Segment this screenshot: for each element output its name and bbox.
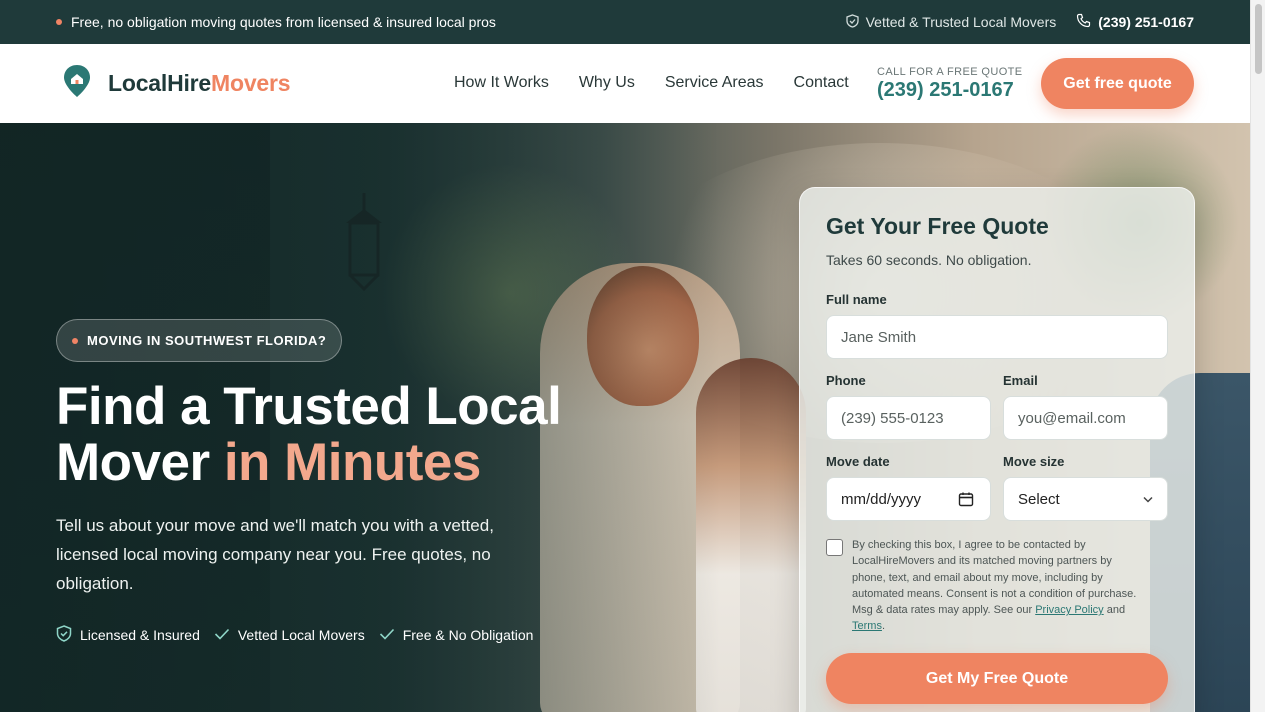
hero-title-line2: Mover [56, 433, 224, 492]
move-date-input[interactable]: mm/dd/yyyy [826, 477, 991, 521]
calendar-icon[interactable] [958, 491, 974, 511]
feature-licensed-text: Licensed & Insured [80, 627, 200, 643]
topbar-phone-link[interactable]: (239) 251-0167 [1076, 13, 1194, 31]
form-title: Get Your Free Quote [826, 213, 1049, 239]
announcement-text: Free, no obligation moving quotes from l… [71, 14, 496, 30]
topbar-phone-number: (239) 251-0167 [1098, 14, 1194, 30]
move-date-label: Move date [826, 454, 890, 469]
logo-wordmark: LocalHireMovers [108, 70, 291, 97]
email-input[interactable]: you@email.com [1003, 396, 1168, 440]
move-date-placeholder: mm/dd/yyyy [841, 490, 922, 508]
email-label: Email [1003, 373, 1038, 388]
privacy-policy-link[interactable]: Privacy Policy [1035, 604, 1103, 616]
feature-vetted: Vetted Local Movers [214, 625, 365, 645]
shield-check-icon [56, 625, 72, 645]
fullname-input[interactable]: Jane Smith [826, 315, 1168, 359]
feature-free-text: Free & No Obligation [402, 627, 534, 643]
scrollbar-thumb[interactable] [1255, 4, 1262, 74]
phone-icon [1076, 13, 1091, 31]
move-size-select[interactable]: Select [1003, 477, 1168, 521]
nav-why-us[interactable]: Why Us [579, 74, 635, 92]
bullet-dot-icon [56, 19, 62, 25]
phone-label: Phone [826, 373, 866, 388]
consent-period: . [881, 620, 886, 633]
shield-icon [845, 13, 859, 31]
move-size-label: Move size [1003, 454, 1065, 469]
consent-text: By checking this box, I agree to be cont… [852, 537, 1148, 635]
nav-service-areas[interactable]: Service Areas [665, 74, 764, 92]
site-header: LocalHireMovers How It Works Why Us Serv… [0, 44, 1250, 123]
hero-features: Licensed & Insured Vetted Local Movers F… [56, 625, 533, 645]
get-free-quote-button[interactable]: Get free quote [1041, 58, 1194, 109]
vetted-badge: Vetted & Trusted Local Movers [845, 13, 1057, 31]
site-logo[interactable]: LocalHireMovers [62, 64, 291, 103]
region-badge: MOVING IN SOUTHWEST FLORIDA? [56, 319, 343, 362]
announcement: Free, no obligation moving quotes from l… [56, 14, 496, 30]
logo-text-main: LocalHire [108, 70, 212, 96]
terms-link[interactable]: Terms [852, 620, 882, 632]
phone-input[interactable]: (239) 555-0123 [826, 396, 991, 440]
hero-title-line1: Find a Trusted Local [56, 377, 562, 436]
header-call-box: CALL FOR A FREE QUOTE (239) 251-0167 [877, 66, 1023, 102]
nav-how-it-works[interactable]: How It Works [454, 74, 549, 92]
chevron-down-icon [1143, 492, 1153, 506]
form-subtitle: Takes 60 seconds. No obligation. [826, 252, 1032, 268]
feature-free: Free & No Obligation [379, 625, 534, 645]
map-pin-house-icon [62, 64, 92, 103]
quote-form-card: Get Your Free Quote Takes 60 seconds. No… [799, 187, 1195, 712]
submit-quote-button[interactable]: Get My Free Quote [826, 653, 1168, 704]
fullname-label: Full name [826, 292, 887, 307]
main-nav: How It Works Why Us Service Areas Contac… [454, 74, 849, 92]
vetted-text: Vetted & Trusted Local Movers [865, 14, 1057, 30]
check-icon [379, 627, 395, 644]
top-announcement-bar: Free, no obligation moving quotes from l… [0, 0, 1250, 44]
header-phone-link[interactable]: (239) 251-0167 [877, 79, 1023, 102]
hero-section: MOVING IN SOUTHWEST FLORIDA? Find a Trus… [0, 123, 1250, 712]
consent-and: and [1103, 604, 1126, 617]
hero-title: Find a Trusted Local Mover in Minutes [56, 379, 676, 491]
feature-vetted-text: Vetted Local Movers [237, 627, 365, 643]
hero-subtitle: Tell us about your move and we'll match … [56, 516, 494, 593]
hero-title-accent: in Minutes [223, 433, 482, 492]
consent-checkbox[interactable] [826, 539, 843, 556]
page-scrollbar[interactable] [1250, 0, 1265, 712]
region-badge-text: MOVING IN SOUTHWEST FLORIDA? [87, 333, 327, 348]
bullet-dot-icon [72, 337, 78, 344]
nav-contact[interactable]: Contact [794, 74, 849, 92]
call-label: CALL FOR A FREE QUOTE [877, 66, 1023, 78]
move-size-value: Select [1018, 490, 1060, 508]
feature-licensed: Licensed & Insured [56, 625, 200, 645]
check-icon [214, 627, 230, 644]
logo-text-accent: Movers [211, 70, 291, 96]
